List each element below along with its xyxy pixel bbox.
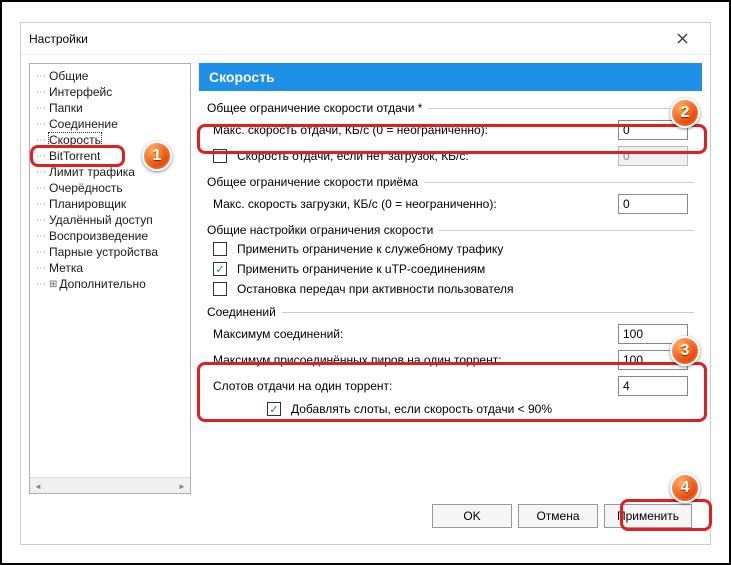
tree-branch-icon: ⋯ — [36, 247, 45, 258]
sidebar-item-7[interactable]: ⋯ Очерёдность — [30, 180, 190, 196]
tree-branch-icon: ⋯ — [36, 215, 45, 226]
sidebar-item-0[interactable]: ⋯ Общие — [30, 68, 190, 84]
alt-upload-input — [618, 146, 688, 166]
close-icon — [677, 33, 688, 44]
opt2-label: Применить ограничение к uTP-соединениям — [237, 262, 688, 276]
tree-branch-icon: ⋯ — [36, 231, 45, 242]
sidebar-item-label: Воспроизведение — [49, 229, 148, 243]
max-download-input[interactable] — [618, 194, 688, 214]
sidebar-item-label: Удалённый доступ — [49, 213, 153, 227]
main-panel: Скорость Общее ограничение скорости отда… — [199, 63, 702, 536]
max-upload-input[interactable] — [618, 120, 688, 140]
scroll-right-icon[interactable]: ► — [174, 478, 190, 494]
sidebar-item-label: Общие — [49, 69, 88, 83]
slots-label: Слотов отдачи на один торрент: — [213, 379, 612, 393]
group-download-title: Общее ограничение скорости приёма — [207, 175, 424, 189]
cancel-button[interactable]: Отмена — [518, 504, 598, 528]
sidebar-item-label: Папки — [49, 101, 83, 115]
max-upload-label: Макс. скорость отдачи, КБ/с (0 = неогран… — [213, 123, 612, 137]
group-connections-title: Соединений — [207, 305, 282, 319]
max-conn-label: Максимум соединений: — [213, 327, 612, 341]
max-download-label: Макс. скорость загрузки, КБ/с (0 = неогр… — [213, 197, 612, 211]
sidebar-item-8[interactable]: ⋯ Планировщик — [30, 196, 190, 212]
sidebar-item-label: Дополнительно — [59, 277, 145, 291]
sidebar-item-label: Интерфейс — [49, 85, 112, 99]
scrollbar-horizontal[interactable]: ◄ ► — [30, 477, 190, 493]
opt1-label: Применить ограничение к служебному трафи… — [237, 242, 688, 256]
sidebar-item-label: Планировщик — [49, 197, 126, 211]
sidebar-item-label: Скорость — [49, 133, 101, 147]
ok-button[interactable]: OK — [432, 504, 512, 528]
sidebar-item-label: BitTorrent — [49, 149, 100, 163]
tree-branch-icon: ⋯ — [36, 199, 45, 210]
sidebar: ⋯ Общие ⋯ Интерфейс ⋯ Папки ⋯ Соединение ⋯ Скорос… — [29, 63, 191, 494]
group-upload-title: Общее ограничение скорости отдачи * — [207, 101, 428, 115]
opt3-checkbox[interactable] — [213, 282, 227, 296]
opt2-checkbox[interactable]: ✓ — [213, 262, 227, 276]
sidebar-item-4[interactable]: ⋯ Скорость — [30, 132, 190, 148]
sidebar-item-label: Метка — [49, 261, 83, 275]
tree-branch-icon: ⋯ — [36, 183, 45, 194]
tree-branch-icon: ⋯ — [36, 279, 45, 290]
tree-branch-icon: ⋯ — [36, 103, 45, 114]
sidebar-item-label: Лимит трафика — [49, 165, 135, 179]
sidebar-item-13[interactable]: ⋯⊞Дополнительно — [30, 276, 190, 292]
sidebar-item-label: Соединение — [49, 117, 118, 131]
dialog-buttons: OK Отмена Применить — [432, 504, 692, 528]
tree-branch-icon: ⋯ — [36, 263, 45, 274]
opt1-checkbox[interactable] — [213, 242, 227, 256]
max-conn-input[interactable] — [618, 324, 688, 344]
sidebar-item-12[interactable]: ⋯ Метка — [30, 260, 190, 276]
tree-branch-icon: ⋯ — [36, 167, 45, 178]
opt3-label: Остановка передач при активности пользов… — [237, 282, 688, 296]
slots-input[interactable] — [618, 376, 688, 396]
panel-header: Скорость — [199, 63, 702, 91]
max-peers-input[interactable] — [618, 350, 688, 370]
close-button[interactable] — [662, 25, 702, 53]
sidebar-item-10[interactable]: ⋯ Воспроизведение — [30, 228, 190, 244]
add-slots-label: Добавлять слоты, если скорость отдачи < … — [291, 402, 688, 416]
window-title: Настройки — [29, 32, 88, 46]
titlebar: Настройки — [21, 23, 710, 55]
tree-branch-icon: ⋯ — [36, 151, 45, 162]
sidebar-item-label: Парные устройства — [49, 245, 158, 259]
sidebar-item-1[interactable]: ⋯ Интерфейс — [30, 84, 190, 100]
sidebar-item-label: Очерёдность — [49, 181, 123, 195]
sidebar-item-3[interactable]: ⋯ Соединение — [30, 116, 190, 132]
group-general-title: Общие настройки ограничения скорости — [207, 223, 439, 237]
max-peers-label: Максимум присоединённых пиров на один то… — [213, 353, 612, 367]
settings-window: Настройки ⋯ Общие ⋯ Интерфейс ⋯ Папки ⋯ Соедине… — [20, 22, 711, 545]
add-slots-checkbox[interactable]: ✓ — [267, 402, 281, 416]
alt-upload-checkbox[interactable] — [213, 149, 227, 163]
sidebar-item-6[interactable]: ⋯ Лимит трафика — [30, 164, 190, 180]
sidebar-item-11[interactable]: ⋯ Парные устройства — [30, 244, 190, 260]
alt-upload-label: Скорость отдачи, если нет загрузок, КБ/с… — [237, 149, 612, 163]
sidebar-item-5[interactable]: ⋯ BitTorrent — [30, 148, 190, 164]
tree-branch-icon: ⋯ — [36, 71, 45, 82]
tree-branch-icon: ⋯ — [36, 87, 45, 98]
tree-branch-icon: ⋯ — [36, 119, 45, 130]
tree-branch-icon: ⋯ — [36, 135, 45, 146]
sidebar-item-2[interactable]: ⋯ Папки — [30, 100, 190, 116]
sidebar-item-9[interactable]: ⋯ Удалённый доступ — [30, 212, 190, 228]
apply-button[interactable]: Применить — [604, 504, 692, 528]
scroll-left-icon[interactable]: ◄ — [30, 478, 46, 494]
